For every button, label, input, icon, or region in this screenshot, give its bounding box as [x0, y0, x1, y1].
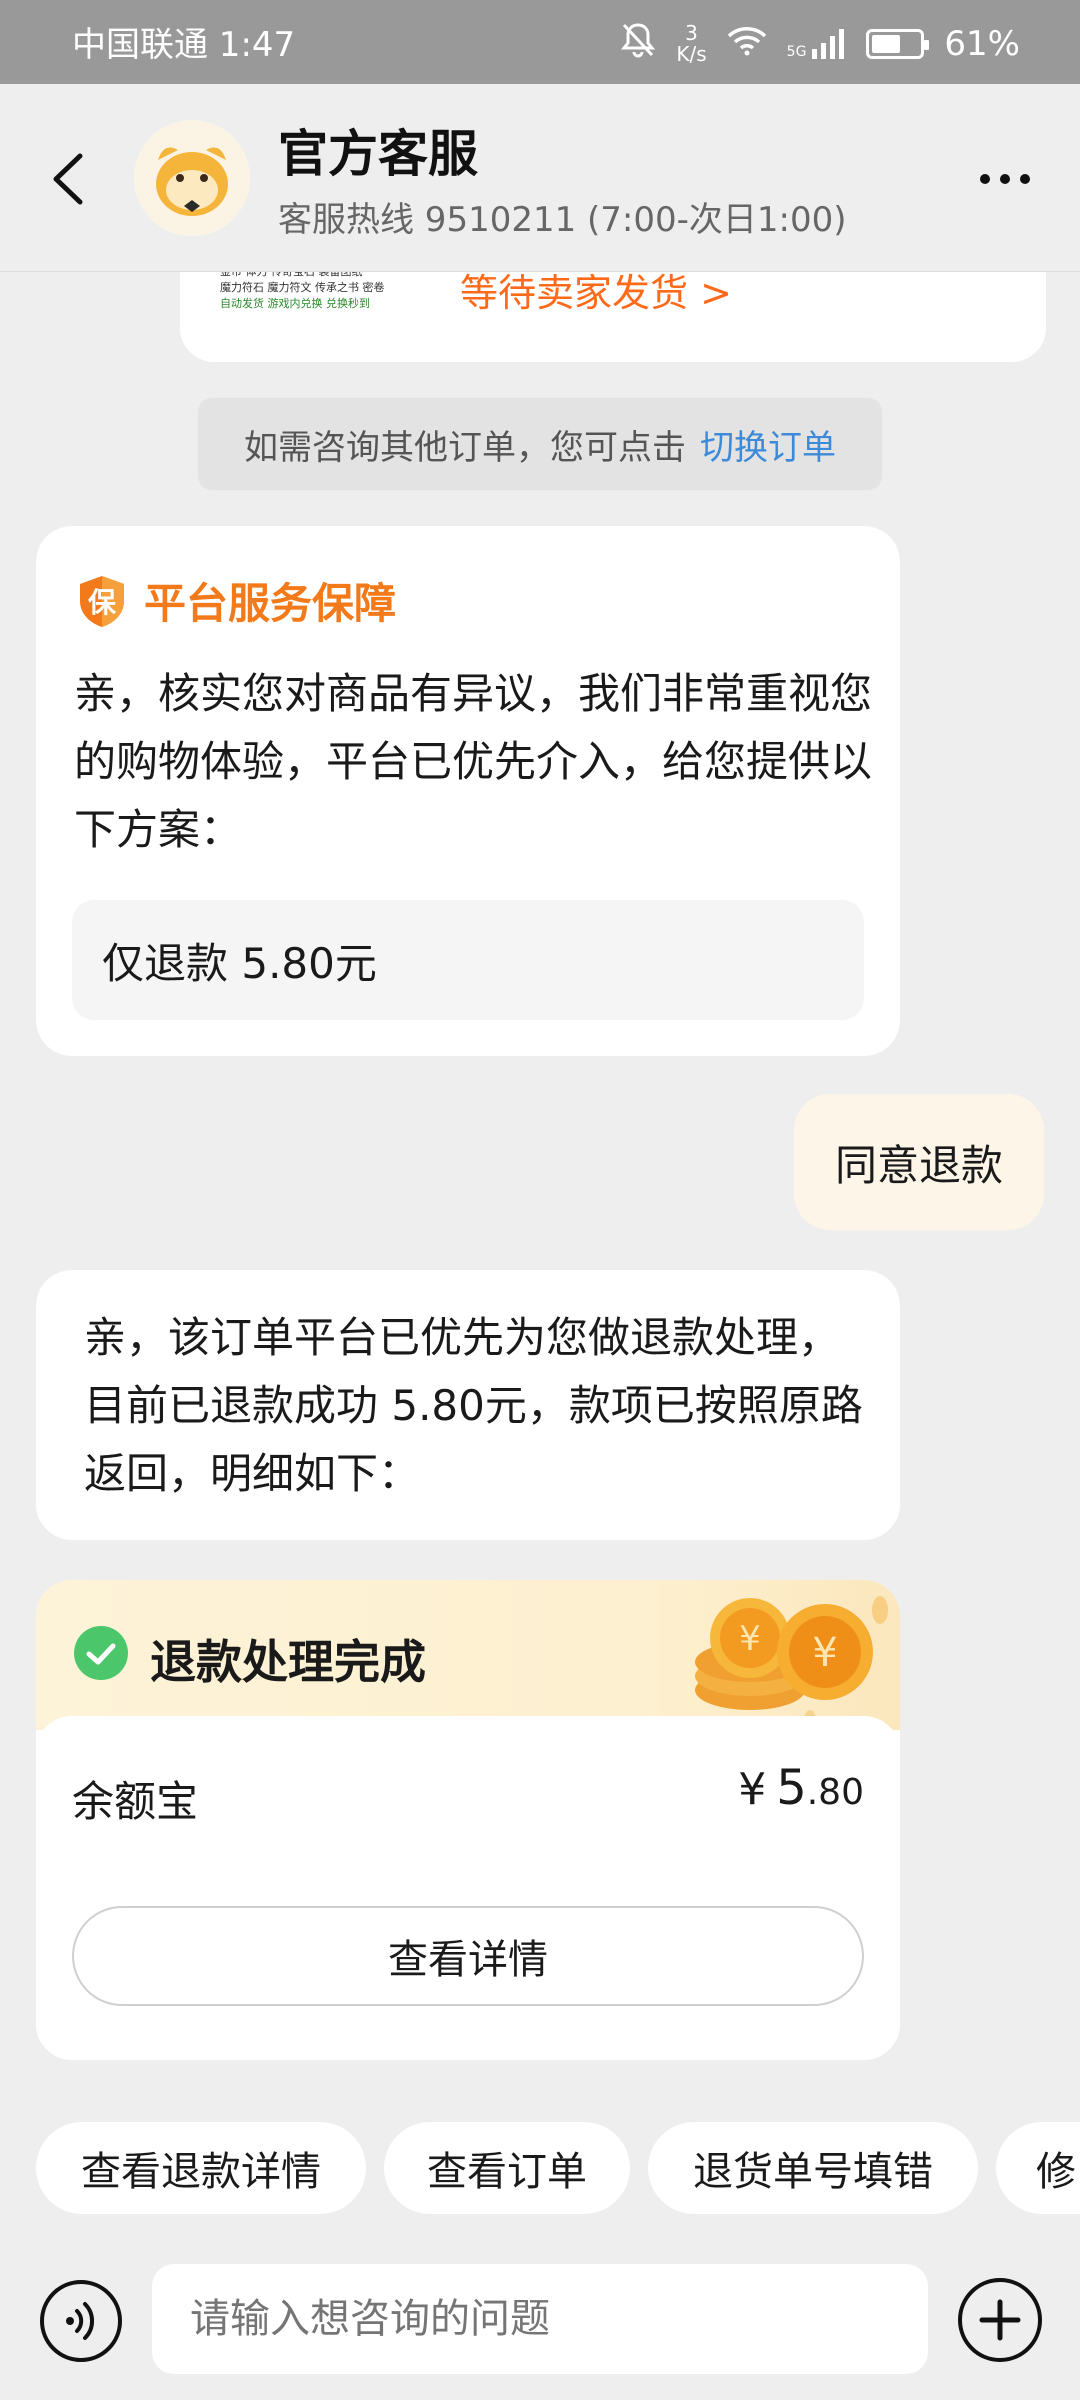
- message-text: 亲，该订单平台已优先为您做退款处理，目前已退款成功 5.80元，款项已按照原路返…: [84, 1313, 863, 1498]
- refund-result-card: 退款处理完成 ¥ ¥ 余额宝 ¥5.80 查看详情: [36, 1580, 900, 2060]
- switch-order-notice: 如需咨询其他订单，您可点击 切换订单: [198, 398, 882, 490]
- back-button[interactable]: [40, 144, 100, 214]
- status-bar: 中国联通 1:47 3 K/s 5G 61%: [0, 0, 1080, 84]
- user-message: 同意退款: [794, 1094, 1044, 1230]
- message-text: 亲，核实您对商品有异议，我们非常重视您的购物体验，平台已优先介入，给您提供以下方…: [74, 669, 873, 854]
- voice-icon: [66, 2302, 95, 2340]
- battery-icon: [866, 29, 930, 59]
- view-details-button[interactable]: 查看详情: [72, 1906, 864, 2006]
- chip-refund-details[interactable]: 查看退款详情: [36, 2122, 366, 2214]
- guarantee-header: 保 平台服务保障: [74, 570, 396, 631]
- order-thumbnail: 金币 体力 传奇宝石 装备图纸 魔力符石 魔力符文 传承之书 密卷 自动发货 游…: [220, 265, 385, 310]
- chat-header: 官方客服 客服热线 9510211 (7:00-次日1:00): [0, 84, 1080, 272]
- result-header: 退款处理完成 ¥ ¥: [36, 1580, 900, 1730]
- refund-option[interactable]: 仅退款 5.80元: [72, 900, 864, 1020]
- add-button[interactable]: [958, 2278, 1042, 2362]
- voice-button[interactable]: [40, 2280, 122, 2362]
- carrier-time: 中国联通 1:47: [72, 25, 296, 65]
- refund-amount: ¥5.80: [738, 1760, 864, 1816]
- avatar[interactable]: [134, 120, 250, 236]
- chip-modify[interactable]: 修: [996, 2122, 1080, 2214]
- svg-text:¥: ¥: [739, 1619, 761, 1659]
- more-button[interactable]: [970, 154, 1040, 204]
- wallet-name: 余额宝: [72, 1777, 199, 1826]
- shield-icon: 保: [74, 573, 130, 629]
- network-speed: 3 K/s: [676, 21, 707, 66]
- service-message: 亲，该订单平台已优先为您做退款处理，目前已退款成功 5.80元，款项已按照原路返…: [36, 1270, 900, 1540]
- result-body: 余额宝 ¥5.80 查看详情: [36, 1716, 900, 2060]
- svg-text:¥: ¥: [812, 1630, 837, 1676]
- battery-percent: 61%: [944, 24, 1020, 64]
- signal-icon: 5G: [787, 29, 847, 59]
- wifi-icon: [727, 24, 767, 65]
- service-message: 保 平台服务保障 亲，核实您对商品有异议，我们非常重视您的购物体验，平台已优先介…: [36, 526, 900, 1056]
- chip-return-number-error[interactable]: 退货单号填错: [648, 2122, 978, 2214]
- question-input[interactable]: [152, 2264, 928, 2374]
- result-title: 退款处理完成: [150, 1635, 426, 1689]
- mute-icon: [620, 21, 656, 68]
- mascot-icon: [134, 120, 250, 236]
- more-dots-icon: [980, 174, 1030, 184]
- hotline-text: 客服热线 9510211 (7:00-次日1:00): [278, 200, 847, 240]
- switch-order-link[interactable]: 切换订单: [700, 420, 836, 469]
- coins-icon: ¥ ¥: [640, 1580, 900, 1734]
- plus-icon: [979, 2299, 1021, 2341]
- notice-text: 如需咨询其他订单，您可点击: [244, 427, 686, 468]
- chevron-left-icon: [53, 153, 83, 205]
- chip-view-order[interactable]: 查看订单: [384, 2122, 630, 2214]
- status-icons: 3 K/s 5G 61%: [620, 22, 1020, 66]
- page-title: 官方客服: [278, 125, 478, 183]
- guarantee-title: 平台服务保障: [144, 579, 397, 628]
- check-circle-icon: [74, 1626, 128, 1684]
